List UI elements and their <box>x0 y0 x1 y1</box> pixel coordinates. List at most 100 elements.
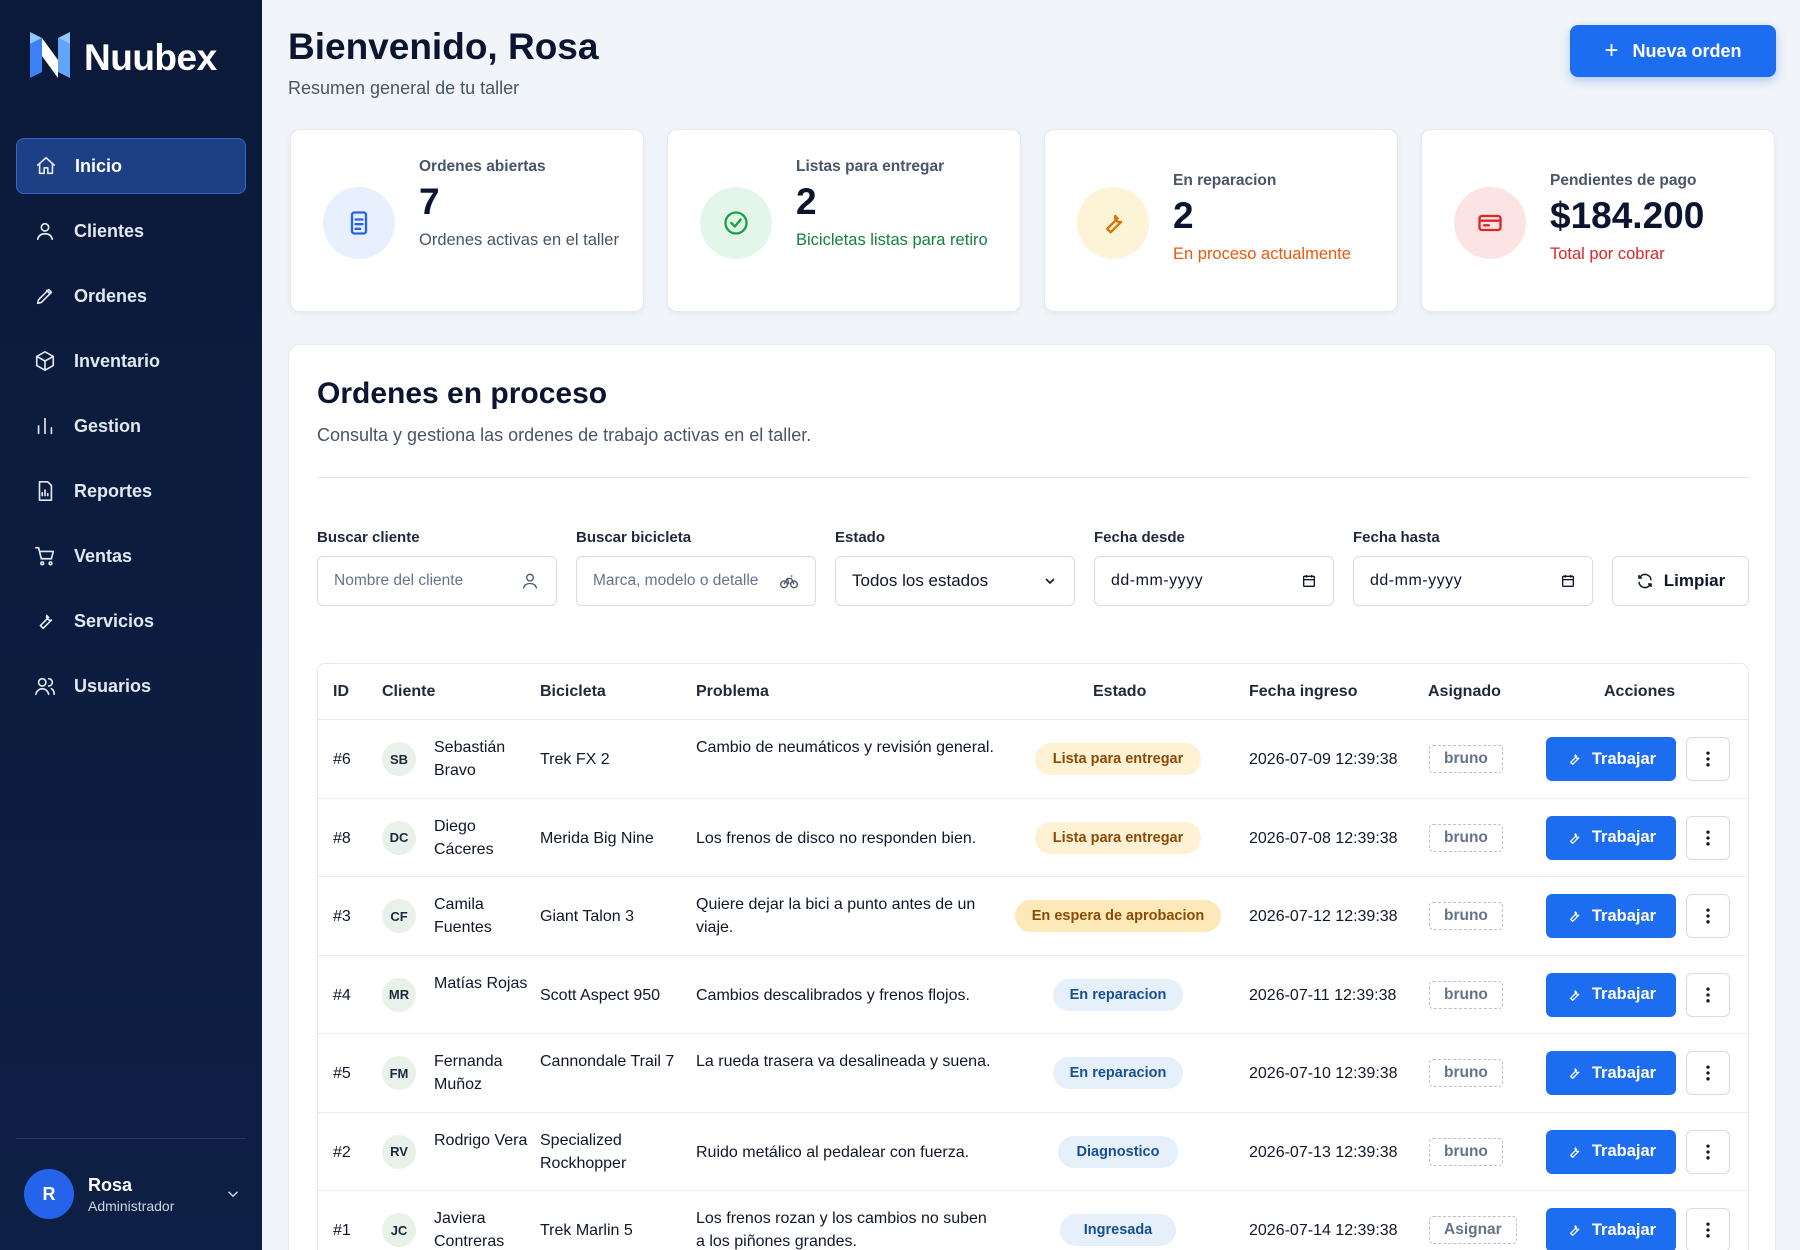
work-button[interactable]: Trabajar <box>1546 894 1676 938</box>
row-date: 2026-07-08 12:39:38 <box>1249 829 1398 847</box>
assigned-chip[interactable]: bruno <box>1429 1059 1503 1087</box>
date-from-field[interactable]: dd-mm-yyyy <box>1094 556 1334 606</box>
row-bike: Trek Marlin 5 <box>540 1222 633 1239</box>
row-bike: Merida Big Nine <box>540 829 654 847</box>
sidebar-item-clientes[interactable]: Clientes <box>16 203 246 259</box>
table-row[interactable]: #8 DC Diego Cáceres Merida Big Nine Los … <box>318 799 1748 877</box>
col-estado[interactable]: Estado <box>1093 683 1146 701</box>
sidebar-item-label: Clientes <box>74 220 145 241</box>
clear-filters-button[interactable]: Limpiar <box>1612 556 1749 606</box>
col-cliente[interactable]: Cliente <box>382 683 435 701</box>
status-select[interactable]: Todos los estados <box>835 556 1075 606</box>
client-avatar: RV <box>382 1134 416 1169</box>
more-actions-button[interactable] <box>1686 815 1730 860</box>
table-row[interactable]: #1 JC Javiera Contreras Trek Marlin 5 Lo… <box>318 1191 1748 1250</box>
chevron-down-icon[interactable] <box>224 1185 242 1203</box>
sidebar-item-inicio[interactable]: Inicio <box>16 138 246 194</box>
more-actions-button[interactable] <box>1686 894 1730 938</box>
table-row[interactable]: #2 RV Rodrigo Vera Specialized Rockhoppe… <box>318 1113 1748 1191</box>
wrench-icon <box>1569 754 1580 765</box>
row-client: Sebastián Bravo <box>434 739 506 779</box>
row-date: 2026-07-11 12:39:38 <box>1249 986 1397 1004</box>
table-row[interactable]: #3 CF Camila Fuentes Giant Talon 3 Quier… <box>318 877 1748 956</box>
stat-value: 2 <box>796 181 817 222</box>
sidebar-item-ordenes[interactable]: Ordenes <box>16 268 246 324</box>
work-button[interactable]: Trabajar <box>1546 815 1676 860</box>
stat-label: Ordenes abiertas <box>419 158 546 175</box>
stat-icon-bg <box>1454 187 1526 259</box>
row-client: Matías Rojas <box>434 974 528 992</box>
client-avatar: CF <box>382 899 416 933</box>
stat-card-en-reparacion: En reparacion 2 En proceso actualmente <box>1044 129 1398 312</box>
work-button[interactable]: Trabajar <box>1546 972 1676 1017</box>
more-actions-button[interactable] <box>1686 1208 1730 1250</box>
col-fecha[interactable]: Fecha ingreso <box>1249 683 1357 701</box>
work-button[interactable]: Trabajar <box>1546 1208 1676 1250</box>
more-actions-button[interactable] <box>1686 737 1730 781</box>
search-client-input[interactable] <box>334 572 520 590</box>
more-actions-button[interactable] <box>1686 1051 1730 1095</box>
assigned-chip[interactable]: bruno <box>1429 823 1503 852</box>
filter-label-desde: Fecha desde <box>1094 529 1185 546</box>
assign-chip[interactable]: Asignar <box>1429 1216 1517 1244</box>
date-to-value: dd-mm-yyyy <box>1370 572 1463 589</box>
table-header: ID Cliente Bicicleta Problema Estado Fec… <box>318 664 1748 720</box>
sidebar-item-label: Ordenes <box>74 285 148 306</box>
col-bicicleta[interactable]: Bicicleta <box>540 683 606 701</box>
pen-icon <box>36 288 53 305</box>
row-client: Javiera Contreras <box>434 1210 505 1250</box>
brand-logo[interactable]: Nuubex <box>24 32 217 84</box>
wrench-icon <box>1569 1225 1580 1236</box>
assigned-chip[interactable]: bruno <box>1429 902 1503 930</box>
assigned-chip[interactable]: bruno <box>1429 745 1503 773</box>
col-problema[interactable]: Problema <box>696 683 769 701</box>
client-avatar: JC <box>382 1213 416 1247</box>
new-order-button[interactable]: + Nueva orden <box>1570 25 1776 77</box>
more-vertical-icon <box>1706 987 1710 1002</box>
work-button[interactable]: Trabajar <box>1546 737 1676 781</box>
sidebar-item-label: Usuarios <box>74 675 152 696</box>
sidebar-item-reportes[interactable]: Reportes <box>16 463 246 519</box>
calendar-icon[interactable] <box>1560 573 1576 589</box>
more-actions-button[interactable] <box>1686 972 1730 1017</box>
sidebar-item-gestion[interactable]: Gestion <box>16 398 246 454</box>
row-date: 2026-07-12 12:39:38 <box>1249 908 1398 925</box>
work-button[interactable]: Trabajar <box>1546 1051 1676 1095</box>
user-menu[interactable]: R Rosa Administrador <box>24 1164 242 1224</box>
row-client: Fernanda Muñoz <box>434 1053 503 1093</box>
more-vertical-icon <box>1706 1222 1710 1238</box>
sidebar-item-servicios[interactable]: Servicios <box>16 593 246 649</box>
col-acciones: Acciones <box>1604 683 1676 700</box>
search-bike-input[interactable] <box>593 572 779 590</box>
chevron-down-icon <box>1045 578 1055 585</box>
assigned-chip[interactable]: bruno <box>1429 1137 1503 1166</box>
row-client: Camila Fuentes <box>434 896 492 936</box>
status-badge: Ingresada <box>1060 1214 1176 1246</box>
document-icon <box>350 211 368 235</box>
status-badge: En espera de aprobacion <box>1015 900 1221 932</box>
sidebar-item-label: Inventario <box>74 350 161 371</box>
search-client-field[interactable] <box>317 556 557 606</box>
table-row[interactable]: #6 SB Sebastián Bravo Trek FX 2 Cambio d… <box>318 720 1748 799</box>
assigned-chip[interactable]: bruno <box>1429 980 1503 1009</box>
work-button[interactable]: Trabajar <box>1546 1129 1676 1174</box>
user-role: Administrador <box>88 1197 175 1214</box>
stat-body: Listas para entregar 2 Bicicletas listas… <box>796 158 1000 254</box>
sidebar-item-label: Inicio <box>75 155 123 176</box>
search-bike-field[interactable] <box>576 556 816 606</box>
calendar-icon[interactable] <box>1301 573 1317 589</box>
col-asignado[interactable]: Asignado <box>1428 683 1501 701</box>
col-id[interactable]: ID <box>333 683 349 701</box>
sidebar-item-label: Reportes <box>74 480 153 501</box>
sidebar-item-inventario[interactable]: Inventario <box>16 333 246 389</box>
date-to-field[interactable]: dd-mm-yyyy <box>1353 556 1593 606</box>
sidebar-item-ventas[interactable]: Ventas <box>16 528 246 584</box>
table-row[interactable]: #5 FM Fernanda Muñoz Cannondale Trail 7 … <box>318 1034 1748 1113</box>
stat-body: En reparacion 2 En proceso actualmente <box>1173 172 1377 268</box>
date-from-value: dd-mm-yyyy <box>1111 572 1204 589</box>
row-bike: Cannondale Trail 7 <box>540 1053 675 1070</box>
table-row[interactable]: #4 MR Matías Rojas Scott Aspect 950 Camb… <box>318 956 1748 1034</box>
stat-card-pendientes-pago: Pendientes de pago $184.200 Total por co… <box>1421 129 1775 312</box>
sidebar-item-usuarios[interactable]: Usuarios <box>16 658 246 714</box>
more-actions-button[interactable] <box>1686 1129 1730 1174</box>
